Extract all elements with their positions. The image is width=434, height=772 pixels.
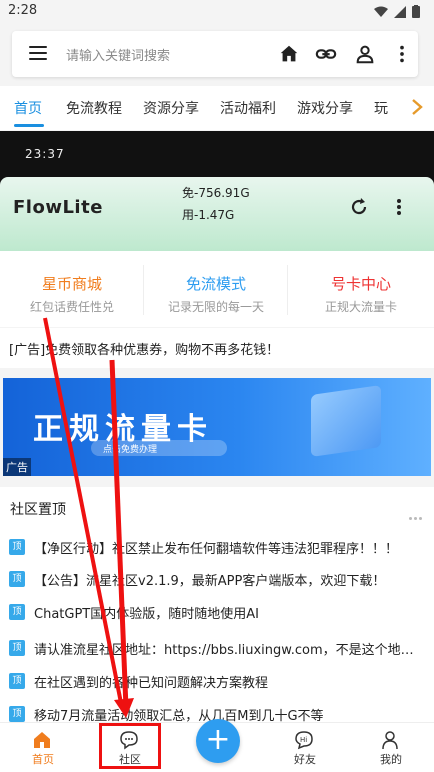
sim-card-illustration — [311, 385, 381, 457]
tab-game-share[interactable]: 游戏分享 — [297, 98, 353, 118]
pinned-badge: 顶 — [9, 571, 25, 587]
card-subtitle: 记录无限的每一天 — [167, 300, 264, 314]
tab-play[interactable]: 玩 — [374, 98, 388, 118]
chevron-right-icon[interactable] — [410, 98, 424, 116]
ad-button-label: 点击免费办理 — [103, 445, 158, 455]
pinned-post[interactable]: 顶 请认准流星社区地址：https://bbs.liuxingw.com，不是这… — [9, 638, 429, 658]
pinned-badge: 顶 — [9, 539, 25, 555]
pinned-post[interactable]: 顶 在社区遇到的各种已知问题解决方案教程 — [9, 671, 429, 691]
card-star-coin-mall[interactable]: 星币商城 红包话费任性兑 — [0, 251, 144, 327]
profile-icon — [382, 731, 398, 750]
post-title: ChatGPT国内体验版，随时随地使用AI — [34, 607, 259, 622]
tab-activity-welfare[interactable]: 活动福利 — [220, 98, 276, 118]
svg-text:Hi: Hi — [300, 736, 307, 744]
section-title: 社区置顶 — [10, 502, 66, 518]
ad-tag: 广告 — [3, 458, 31, 476]
create-post-button[interactable]: + — [196, 719, 240, 763]
nav-mine[interactable]: 我的 — [356, 723, 426, 772]
ad-text: [广告]免费领取各种优惠券，购物不再多花钱！ — [9, 343, 280, 358]
search-input[interactable]: 请输入关键词搜索 — [66, 45, 170, 64]
tab-home[interactable]: 首页 — [14, 98, 42, 118]
menu-icon[interactable] — [29, 46, 47, 62]
pinned-badge: 顶 — [9, 673, 25, 689]
home-icon — [34, 732, 50, 748]
annotation-highlight-box — [99, 723, 161, 769]
banner-app-name: FlowLite — [13, 197, 103, 218]
nav-label: 我的 — [380, 753, 402, 766]
pinned-badge: 顶 — [9, 640, 25, 656]
banner-phone-statusbar — [0, 131, 434, 177]
friends-chat-icon: Hi — [295, 731, 313, 750]
tab-free-flow-tutorial[interactable]: 免流教程 — [66, 98, 122, 118]
home-icon[interactable] — [278, 43, 300, 65]
banner-carousel[interactable]: 23:37 FlowLite 免-756.91G 用-1.47G — [0, 131, 434, 251]
card-title: 星币商城 — [41, 275, 102, 293]
post-title: 【公告】流星社区v2.1.9，最新APP客户端版本，欢迎下载！ — [34, 574, 386, 589]
pinned-post[interactable]: 顶 【公告】流星社区v2.1.9，最新APP客户端版本，欢迎下载！ — [9, 569, 429, 589]
link-icon[interactable] — [315, 43, 337, 65]
ad-image-banner[interactable]: 正规流量卡 点击免费办理 广告 — [3, 378, 431, 476]
banner-stat-used: 用-1.47G — [182, 208, 235, 222]
banner-phone-time: 23:37 — [25, 147, 65, 161]
wifi-icon — [374, 6, 388, 17]
ad-text-banner[interactable]: [广告]免费领取各种优惠券，购物不再多花钱！ — [0, 328, 434, 368]
nav-label: 好友 — [294, 753, 316, 766]
post-title: 在社区遇到的各种已知问题解决方案教程 — [34, 676, 269, 691]
nav-home[interactable]: 首页 — [8, 723, 78, 772]
card-sim-center[interactable]: 号卡中心 正规大流量卡 — [288, 251, 434, 327]
nav-label: 首页 — [32, 753, 54, 766]
card-free-flow-mode[interactable]: 免流模式 记录无限的每一天 — [144, 251, 288, 327]
plus-icon: + — [205, 722, 231, 757]
card-title: 免流模式 — [185, 275, 246, 293]
status-time: 2:28 — [8, 3, 38, 18]
app-screen: 2:28 请输入关键词搜索 首页 免流教程 资源分享 活动福利 游戏分享 玩 2… — [0, 0, 434, 772]
card-title: 号卡中心 — [330, 275, 391, 293]
pinned-badge: 顶 — [9, 604, 25, 620]
community-pinned-section: 社区置顶 顶 【净区行动】社区禁止发布任何翻墙软件等违法犯罪程序！！！ 顶 【公… — [0, 487, 434, 727]
status-icons — [374, 5, 420, 18]
post-title: 请认准流星社区地址：https://bbs.liuxingw.com，不是这个地… — [34, 643, 426, 658]
refresh-icon — [351, 198, 367, 215]
entry-cards: 星币商城 红包话费任性兑 免流模式 记录无限的每一天 号卡中心 正规大流量卡 — [0, 251, 434, 327]
banner-stat-free: 免-756.91G — [182, 186, 250, 200]
nav-friends[interactable]: Hi 好友 — [270, 723, 340, 772]
pinned-post[interactable]: 顶 【净区行动】社区禁止发布任何翻墙软件等违法犯罪程序！！！ — [9, 537, 429, 557]
search-bar: 请输入关键词搜索 — [12, 31, 418, 77]
pinned-badge: 顶 — [9, 706, 25, 722]
status-bar: 2:28 — [0, 0, 434, 24]
signal-icon — [394, 5, 406, 18]
card-subtitle: 红包话费任性兑 — [29, 300, 114, 314]
category-tabs: 首页 免流教程 资源分享 活动福利 游戏分享 玩 — [0, 86, 434, 130]
tab-resource-share[interactable]: 资源分享 — [143, 98, 199, 118]
pinned-post[interactable]: 顶 ChatGPT国内体验版，随时随地使用AI — [9, 602, 429, 622]
more-horiz-icon[interactable] — [407, 505, 422, 524]
tab-active-indicator — [14, 124, 44, 127]
banner-more-icon — [397, 199, 401, 215]
more-vert-icon[interactable] — [391, 43, 413, 65]
battery-icon — [412, 5, 420, 18]
post-title: 【净区行动】社区禁止发布任何翻墙软件等违法犯罪程序！！！ — [34, 542, 399, 557]
card-subtitle: 正规大流量卡 — [324, 300, 397, 314]
user-icon[interactable] — [354, 43, 376, 65]
